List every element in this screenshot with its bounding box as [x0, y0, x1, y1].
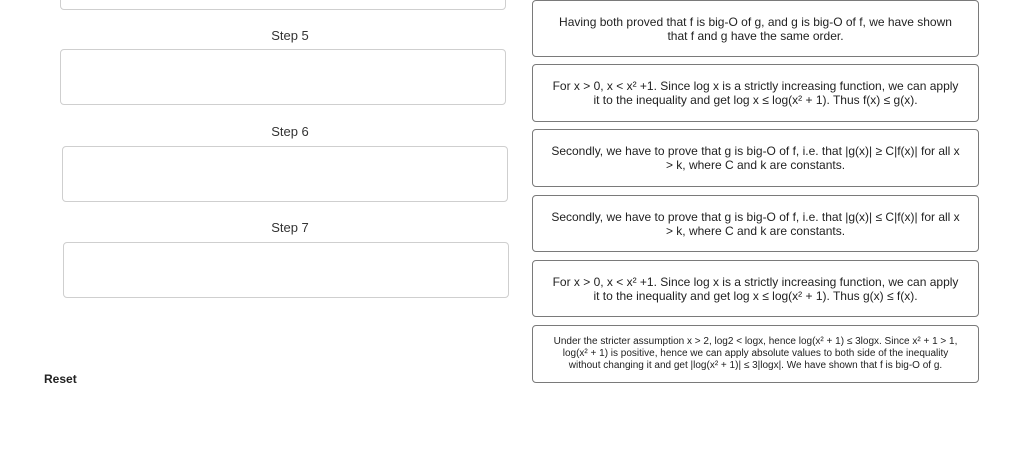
- step-6-label: Step 6: [271, 124, 309, 139]
- step-6-drop-zone[interactable]: [62, 146, 508, 202]
- proof-card[interactable]: Having both proved that f is big-O of g,…: [532, 0, 979, 57]
- step-7-drop-zone[interactable]: [63, 242, 509, 298]
- proof-card[interactable]: For x > 0, x < x² +1. Since log x is a s…: [532, 260, 979, 317]
- proof-card[interactable]: For x > 0, x < x² +1. Since log x is a s…: [532, 64, 979, 122]
- proof-card[interactable]: Secondly, we have to prove that g is big…: [532, 195, 979, 252]
- step-7-label: Step 7: [271, 220, 309, 235]
- step-5-label: Step 5: [271, 28, 309, 43]
- proof-card[interactable]: Under the stricter assumption x > 2, log…: [532, 325, 979, 383]
- step-4-drop-zone[interactable]: [60, 0, 506, 10]
- step-5-drop-zone[interactable]: [60, 49, 506, 105]
- reset-button[interactable]: Reset: [44, 372, 77, 386]
- proof-card[interactable]: Secondly, we have to prove that g is big…: [532, 129, 979, 187]
